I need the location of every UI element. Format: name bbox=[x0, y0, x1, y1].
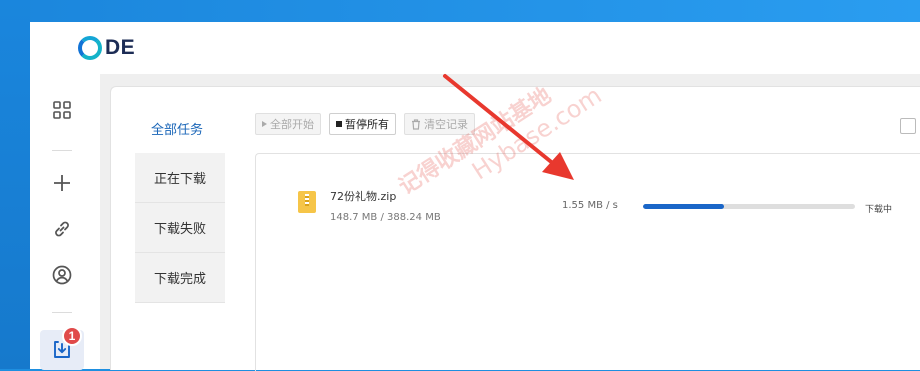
start-all-button[interactable]: 全部开始 bbox=[255, 113, 321, 135]
download-count-badge: 1 bbox=[62, 326, 82, 346]
zip-file-icon bbox=[298, 191, 316, 213]
tab-downloading[interactable]: 正在下载 bbox=[135, 153, 225, 203]
sidebar: 1 bbox=[30, 74, 100, 370]
stop-icon bbox=[336, 121, 342, 127]
desktop-background-top bbox=[0, 0, 920, 22]
clear-records-button[interactable]: 清空记录 bbox=[404, 113, 475, 135]
pause-all-button[interactable]: 暂停所有 bbox=[329, 113, 396, 135]
app-logo: DE bbox=[78, 36, 135, 60]
task-list: 72份礼物.zip 148.7 MB / 388.24 MB 1.55 MB /… bbox=[255, 153, 920, 371]
file-size: 148.7 MB / 388.24 MB bbox=[330, 212, 441, 223]
link-icon[interactable] bbox=[50, 217, 74, 241]
logo-text: DE bbox=[105, 36, 136, 59]
clear-records-label: 清空记录 bbox=[424, 118, 468, 131]
task-row[interactable]: 72份礼物.zip 148.7 MB / 388.24 MB 1.55 MB /… bbox=[256, 182, 920, 232]
trash-icon bbox=[412, 118, 420, 130]
task-tabs: 正在下载 下载失败 下载完成 bbox=[135, 153, 225, 303]
pause-all-label: 暂停所有 bbox=[345, 118, 389, 131]
app-window: DE 1 全部任务 正在下载 下载失败 下载完成 全部开始 暂停所有 清空记录 … bbox=[30, 22, 920, 371]
tab-failed[interactable]: 下载失败 bbox=[135, 203, 225, 253]
play-icon bbox=[262, 121, 267, 127]
grid-icon[interactable] bbox=[50, 98, 74, 122]
tab-all-tasks[interactable]: 全部任务 bbox=[151, 119, 203, 138]
logo-ring-icon bbox=[78, 36, 102, 60]
task-toolbar: 全部开始 暂停所有 清空记录 bbox=[255, 113, 475, 135]
progress-bar bbox=[643, 204, 855, 209]
desktop-background-left bbox=[0, 0, 30, 369]
start-all-label: 全部开始 bbox=[270, 118, 314, 131]
plus-icon[interactable] bbox=[50, 171, 74, 195]
sidebar-divider bbox=[52, 312, 72, 313]
sidebar-divider bbox=[52, 150, 72, 151]
task-status: 下载中 bbox=[865, 205, 893, 215]
tab-completed[interactable]: 下载完成 bbox=[135, 253, 225, 303]
downloads-panel: 全部任务 正在下载 下载失败 下载完成 全部开始 暂停所有 清空记录 72份礼物… bbox=[110, 86, 920, 371]
download-speed: 1.55 MB / s bbox=[562, 200, 618, 211]
select-all-checkbox[interactable] bbox=[900, 118, 916, 134]
progress-fill bbox=[643, 204, 725, 209]
file-name: 72份礼物.zip bbox=[330, 190, 397, 203]
user-circle-icon[interactable] bbox=[50, 263, 74, 287]
